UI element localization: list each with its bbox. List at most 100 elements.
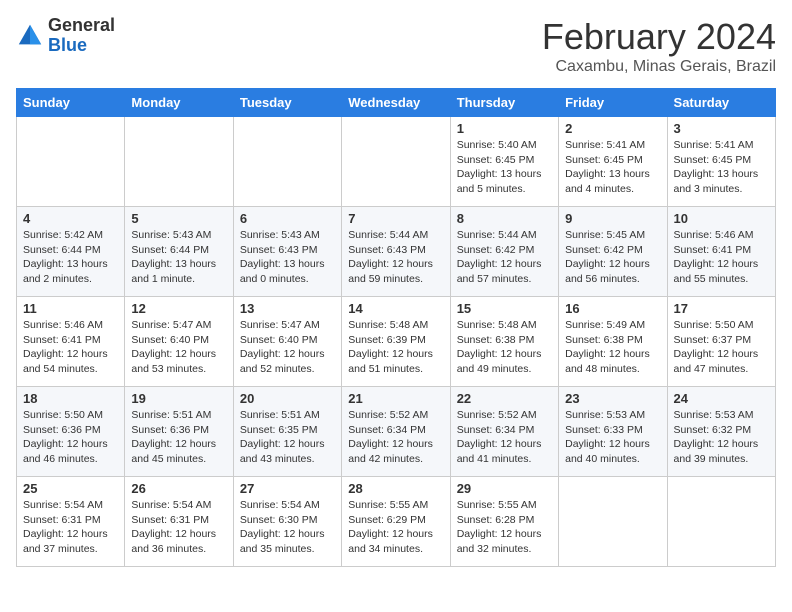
day-info: Sunrise: 5:48 AMSunset: 6:39 PMDaylight:… — [348, 318, 443, 377]
calendar-cell: 16 Sunrise: 5:49 AMSunset: 6:38 PMDayligh… — [559, 297, 667, 387]
logo-text: General Blue — [48, 16, 115, 56]
calendar-cell — [342, 117, 450, 207]
calendar-cell: 4Sunrise: 5:42 AMSunset: 6:44 PMDaylight… — [17, 207, 125, 297]
day-number: 17 — [674, 301, 769, 316]
day-number: 26 — [131, 481, 226, 496]
day-info: Sunrise: 5:47 AMSunset: 6:40 PMDaylight:… — [131, 318, 226, 377]
day-info: Sunrise: 5:44 AMSunset: 6:43 PMDaylight:… — [348, 228, 443, 287]
day-info: Sunrise: 5:46 AMSunset: 6:41 PMDaylight:… — [674, 228, 769, 287]
calendar-cell: 8 Sunrise: 5:44 AMSunset: 6:42 PMDaylight… — [450, 207, 558, 297]
day-info: Sunrise: 5:47 AMSunset: 6:40 PMDaylight:… — [240, 318, 335, 377]
day-number: 16 — [565, 301, 660, 316]
day-info: Sunrise: 5:52 AMSunset: 6:34 PMDaylight:… — [348, 408, 443, 467]
calendar-cell: 26 Sunrise: 5:54 AMSunset: 6:31 PMDayligh… — [125, 477, 233, 567]
day-info: Sunrise: 5:40 AMSunset: 6:45 PMDaylight:… — [457, 138, 552, 197]
calendar-cell — [17, 117, 125, 207]
calendar-cell: 10 Sunrise: 5:46 AMSunset: 6:41 PMDayligh… — [667, 207, 775, 297]
day-number: 7 — [348, 211, 443, 226]
day-info: Sunrise: 5:49 AMSunset: 6:38 PMDaylight:… — [565, 318, 660, 377]
weekday-header-friday: Friday — [559, 89, 667, 117]
calendar-cell: 18 Sunrise: 5:50 AMSunset: 6:36 PMDayligh… — [17, 387, 125, 477]
calendar-cell: 6 Sunrise: 5:43 AMSunset: 6:43 PMDaylight… — [233, 207, 341, 297]
day-info: Sunrise: 5:43 AMSunset: 6:43 PMDaylight:… — [240, 228, 335, 287]
calendar-week-row: 11Sunrise: 5:46 AMSunset: 6:41 PMDayligh… — [17, 297, 776, 387]
title-area: February 2024 Caxambu, Minas Gerais, Bra… — [542, 16, 776, 76]
calendar-cell: 3Sunrise: 5:41 AMSunset: 6:45 PMDaylight… — [667, 117, 775, 207]
logo-icon — [16, 22, 44, 50]
calendar-cell — [233, 117, 341, 207]
day-number: 10 — [674, 211, 769, 226]
day-number: 9 — [565, 211, 660, 226]
calendar-week-row: 4Sunrise: 5:42 AMSunset: 6:44 PMDaylight… — [17, 207, 776, 297]
calendar-cell — [559, 477, 667, 567]
day-number: 15 — [457, 301, 552, 316]
day-number: 12 — [131, 301, 226, 316]
calendar-cell: 25 Sunrise: 5:54 AMSunset: 6:31 PMDayligh… — [17, 477, 125, 567]
calendar-cell: 14 Sunrise: 5:48 AMSunset: 6:39 PMDayligh… — [342, 297, 450, 387]
day-number: 21 — [348, 391, 443, 406]
calendar-week-row: 25 Sunrise: 5:54 AMSunset: 6:31 PMDayligh… — [17, 477, 776, 567]
calendar-week-row: 1 Sunrise: 5:40 AMSunset: 6:45 PMDaylight… — [17, 117, 776, 207]
day-number: 23 — [565, 391, 660, 406]
day-number: 8 — [457, 211, 552, 226]
day-number: 27 — [240, 481, 335, 496]
calendar-cell: 21 Sunrise: 5:52 AMSunset: 6:34 PMDayligh… — [342, 387, 450, 477]
day-number: 20 — [240, 391, 335, 406]
day-info: Sunrise: 5:53 AMSunset: 6:33 PMDaylight:… — [565, 408, 660, 467]
calendar-cell: 12 Sunrise: 5:47 AMSunset: 6:40 PMDayligh… — [125, 297, 233, 387]
calendar-title: February 2024 — [542, 16, 776, 58]
day-number: 22 — [457, 391, 552, 406]
day-number: 14 — [348, 301, 443, 316]
day-number: 29 — [457, 481, 552, 496]
day-number: 25 — [23, 481, 118, 496]
calendar-cell: 17Sunrise: 5:50 AMSunset: 6:37 PMDayligh… — [667, 297, 775, 387]
calendar-cell: 15 Sunrise: 5:48 AMSunset: 6:38 PMDayligh… — [450, 297, 558, 387]
calendar-table: SundayMondayTuesdayWednesdayThursdayFrid… — [16, 88, 776, 567]
day-number: 13 — [240, 301, 335, 316]
logo-blue-text: Blue — [48, 36, 115, 56]
header: General Blue February 2024 Caxambu, Mina… — [16, 16, 776, 76]
calendar-cell — [667, 477, 775, 567]
day-info: Sunrise: 5:51 AMSunset: 6:35 PMDaylight:… — [240, 408, 335, 467]
day-number: 1 — [457, 121, 552, 136]
day-info: Sunrise: 5:55 AMSunset: 6:29 PMDaylight:… — [348, 498, 443, 557]
calendar-cell: 22 Sunrise: 5:52 AMSunset: 6:34 PMDayligh… — [450, 387, 558, 477]
calendar-cell: 20 Sunrise: 5:51 AMSunset: 6:35 PMDayligh… — [233, 387, 341, 477]
weekday-header-row: SundayMondayTuesdayWednesdayThursdayFrid… — [17, 89, 776, 117]
day-info: Sunrise: 5:41 AMSunset: 6:45 PMDaylight:… — [565, 138, 660, 197]
calendar-cell: 9 Sunrise: 5:45 AMSunset: 6:42 PMDaylight… — [559, 207, 667, 297]
calendar-cell — [125, 117, 233, 207]
day-info: Sunrise: 5:52 AMSunset: 6:34 PMDaylight:… — [457, 408, 552, 467]
day-number: 11 — [23, 301, 118, 316]
calendar-week-row: 18 Sunrise: 5:50 AMSunset: 6:36 PMDayligh… — [17, 387, 776, 477]
calendar-cell: 7 Sunrise: 5:44 AMSunset: 6:43 PMDaylight… — [342, 207, 450, 297]
day-info: Sunrise: 5:53 AMSunset: 6:32 PMDaylight:… — [674, 408, 769, 467]
calendar-cell: 23 Sunrise: 5:53 AMSunset: 6:33 PMDayligh… — [559, 387, 667, 477]
day-info: Sunrise: 5:44 AMSunset: 6:42 PMDaylight:… — [457, 228, 552, 287]
day-info: Sunrise: 5:51 AMSunset: 6:36 PMDaylight:… — [131, 408, 226, 467]
calendar-cell: 2Sunrise: 5:41 AMSunset: 6:45 PMDaylight… — [559, 117, 667, 207]
day-info: Sunrise: 5:54 AMSunset: 6:30 PMDaylight:… — [240, 498, 335, 557]
calendar-cell: 28Sunrise: 5:55 AMSunset: 6:29 PMDayligh… — [342, 477, 450, 567]
day-info: Sunrise: 5:54 AMSunset: 6:31 PMDaylight:… — [23, 498, 118, 557]
calendar-cell: 13 Sunrise: 5:47 AMSunset: 6:40 PMDayligh… — [233, 297, 341, 387]
day-number: 5 — [131, 211, 226, 226]
day-info: Sunrise: 5:48 AMSunset: 6:38 PMDaylight:… — [457, 318, 552, 377]
calendar-cell: 11Sunrise: 5:46 AMSunset: 6:41 PMDayligh… — [17, 297, 125, 387]
day-info: Sunrise: 5:42 AMSunset: 6:44 PMDaylight:… — [23, 228, 118, 287]
day-info: Sunrise: 5:45 AMSunset: 6:42 PMDaylight:… — [565, 228, 660, 287]
day-info: Sunrise: 5:54 AMSunset: 6:31 PMDaylight:… — [131, 498, 226, 557]
weekday-header-sunday: Sunday — [17, 89, 125, 117]
calendar-cell: 27 Sunrise: 5:54 AMSunset: 6:30 PMDayligh… — [233, 477, 341, 567]
day-number: 18 — [23, 391, 118, 406]
calendar-cell: 1 Sunrise: 5:40 AMSunset: 6:45 PMDaylight… — [450, 117, 558, 207]
calendar-cell: 5 Sunrise: 5:43 AMSunset: 6:44 PMDaylight… — [125, 207, 233, 297]
day-number: 3 — [674, 121, 769, 136]
calendar-cell: 29 Sunrise: 5:55 AMSunset: 6:28 PMDayligh… — [450, 477, 558, 567]
day-info: Sunrise: 5:43 AMSunset: 6:44 PMDaylight:… — [131, 228, 226, 287]
day-info: Sunrise: 5:55 AMSunset: 6:28 PMDaylight:… — [457, 498, 552, 557]
day-number: 6 — [240, 211, 335, 226]
weekday-header-tuesday: Tuesday — [233, 89, 341, 117]
day-info: Sunrise: 5:50 AMSunset: 6:36 PMDaylight:… — [23, 408, 118, 467]
calendar-cell: 19Sunrise: 5:51 AMSunset: 6:36 PMDayligh… — [125, 387, 233, 477]
